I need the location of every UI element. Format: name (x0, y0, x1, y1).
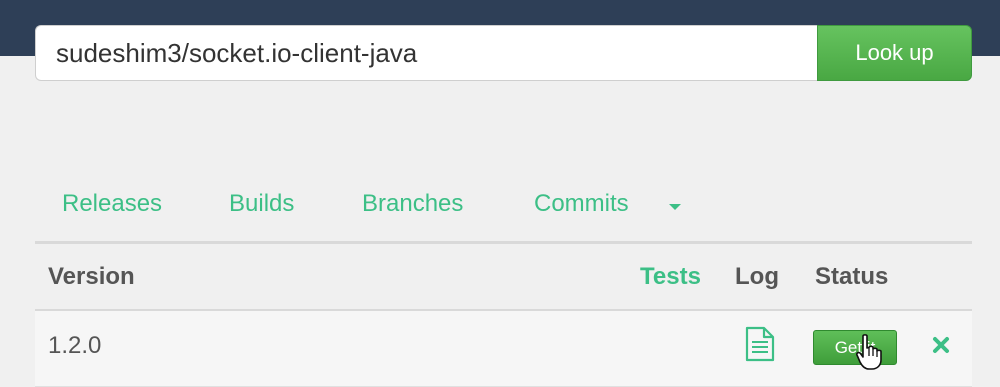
table-row: 1.2.0 Get it (35, 311, 972, 387)
column-header-status: Status (815, 263, 889, 290)
chevron-down-icon[interactable] (669, 204, 681, 210)
tabs-bar: Releases Builds Branches Commits (35, 184, 972, 230)
column-header-log: Log (735, 263, 779, 290)
hand-pointer-icon (856, 334, 882, 370)
version-cell: 1.2.0 (48, 332, 102, 359)
tab-commits[interactable]: Commits (534, 190, 629, 218)
look-up-button[interactable]: Look up (817, 25, 972, 81)
document-icon[interactable] (743, 326, 777, 362)
repo-search-form: Look up (35, 25, 972, 81)
table-header: Version Tests Log Status (35, 244, 972, 311)
tab-branches[interactable]: Branches (362, 190, 463, 218)
close-icon[interactable] (931, 335, 951, 355)
repo-search-input[interactable] (35, 25, 817, 81)
column-header-tests[interactable]: Tests (640, 263, 701, 291)
column-header-version: Version (48, 263, 135, 290)
tab-releases[interactable]: Releases (62, 190, 162, 218)
tab-builds[interactable]: Builds (229, 190, 294, 218)
